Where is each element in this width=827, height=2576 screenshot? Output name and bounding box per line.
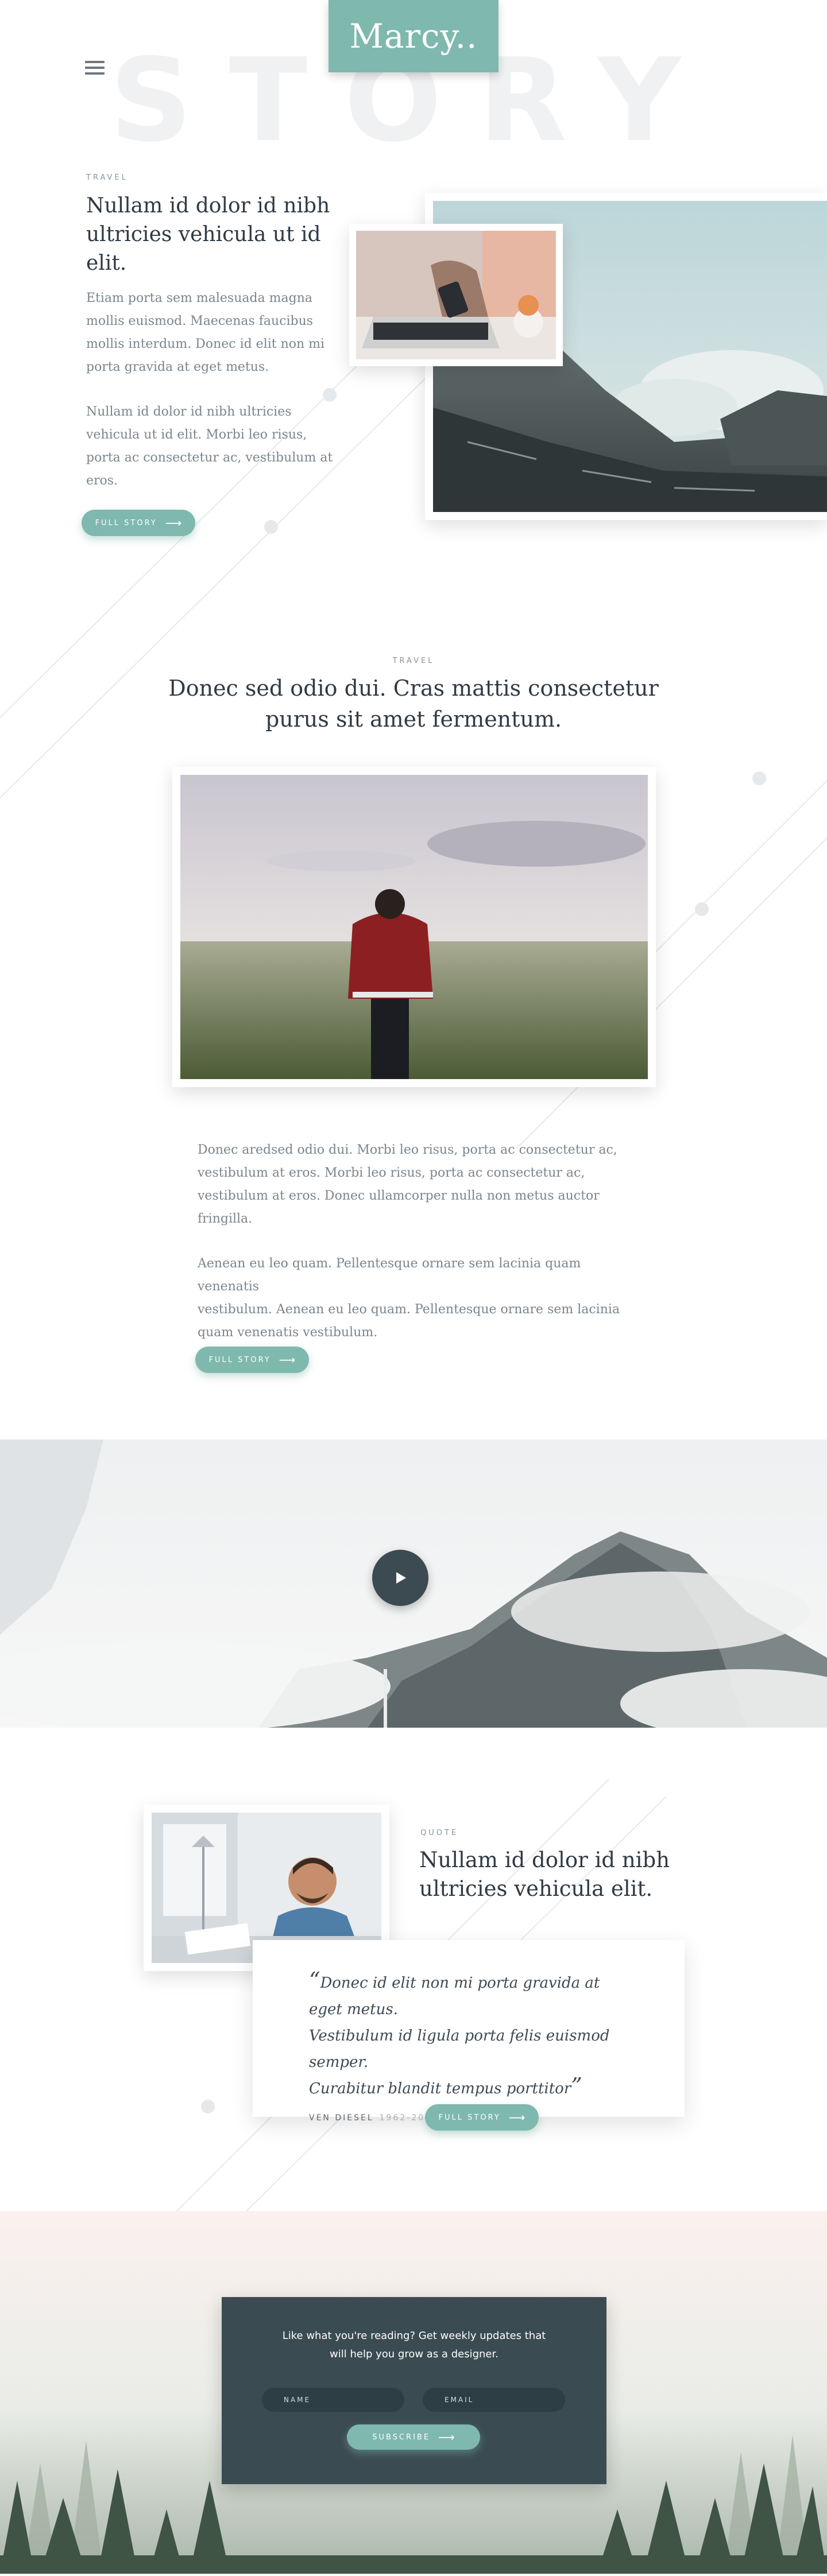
text-line: quam venenatis vestibulum.: [198, 1325, 378, 1340]
arrow-right-icon: ⟶: [438, 2430, 455, 2444]
quote-full-story-button[interactable]: FULL STORY ⟶: [425, 2104, 539, 2131]
story2-field-image: [172, 767, 656, 1087]
story1-title-line1: Nullam id dolor id nibh: [86, 194, 330, 218]
quote-author-name: VEN DIESEL: [309, 2113, 374, 2123]
text-line: Nullam id dolor id nibh ultricies: [86, 405, 292, 419]
story1-phone-image: [349, 224, 563, 366]
story2-category: TRAVEL: [392, 657, 435, 665]
logo[interactable]: Marcy..: [329, 0, 498, 72]
text-line: porta gravida at eget metus.: [86, 360, 269, 374]
story1-title: Nullam id dolor id nibh ultricies vehicu…: [86, 192, 350, 278]
arrow-right-icon: ⟶: [279, 1353, 296, 1367]
button-label: SUBSCRIBE: [372, 2433, 431, 2442]
text-line: vestibulum. Aenean eu leo quam. Pellente…: [198, 1302, 620, 1317]
button-label: FULL STORY: [208, 1355, 271, 1364]
story1-full-story-button[interactable]: FULL STORY ⟶: [82, 510, 195, 536]
hamburger-menu-icon[interactable]: [85, 61, 105, 75]
story2-full-story-button[interactable]: FULL STORY ⟶: [195, 1347, 309, 1373]
newsletter-box: Like what you're reading? Get weekly upd…: [222, 2297, 606, 2484]
quote-title-line2: ultricies vehicula elit.: [419, 1876, 653, 1901]
name-input[interactable]: [262, 2388, 404, 2412]
newsletter-line: will help you grow as a designer.: [330, 2348, 498, 2360]
newsletter-line: Like what you're reading? Get weekly upd…: [282, 2330, 546, 2342]
logo-text: Marcy..: [349, 17, 478, 56]
story2-title: Donec sed odio dui. Cras mattis consecte…: [0, 673, 827, 735]
arrow-right-icon: ⟶: [508, 2111, 525, 2124]
text-line: vestibulum at eros. Morbi leo risus, por…: [198, 1166, 585, 1180]
story1-title-line2: ultricies vehicula ut id elit.: [86, 223, 321, 275]
quote-title-line1: Nullam id dolor id nibh: [419, 1848, 670, 1872]
text-line: vestibulum at eros. Donec ullamcorper nu…: [198, 1189, 600, 1203]
text-line: Donec aredsed odio dui. Morbi leo risus,…: [198, 1143, 617, 1157]
email-input[interactable]: [423, 2388, 565, 2412]
newsletter-text: Like what you're reading? Get weekly upd…: [222, 2327, 606, 2364]
text-line: Aenean eu leo quam. Pellentesque ornare …: [198, 1256, 581, 1294]
text-line: Etiam porta sem malesuada magna: [86, 291, 313, 305]
story1-category: TRAVEL: [86, 173, 128, 182]
quote-category: QUOTE: [420, 1829, 459, 1837]
arrow-right-icon: ⟶: [165, 516, 182, 530]
man-in-field-photo: [180, 775, 648, 1079]
text-line: eros.: [86, 474, 118, 488]
text-line: porta ac consectetur ac, vestibulum at: [86, 451, 333, 465]
quote-text: “Donec id elit non mi porta gravida at e…: [309, 1968, 629, 2102]
story2-title-line2: purus sit amet fermentum.: [265, 707, 562, 732]
quote-line: Curabitur blandit tempus porttitor: [309, 2080, 571, 2097]
button-label: FULL STORY: [95, 518, 157, 527]
text-line: mollis interdum. Donec id elit non mi: [86, 337, 325, 351]
quote-close-mark: ”: [571, 2073, 582, 2098]
quote-title: Nullam id dolor id nibh ultricies vehicu…: [419, 1846, 683, 1903]
subscribe-button[interactable]: SUBSCRIBE ⟶: [347, 2424, 480, 2450]
text-line: fringilla.: [198, 1212, 253, 1226]
phone-laptop-photo: [356, 231, 556, 359]
quote-line: Donec id elit non mi porta gravida at eg…: [309, 1974, 600, 2018]
play-icon: [396, 1572, 406, 1584]
text-line: vehicula ut id elit. Morbi leo risus,: [86, 428, 307, 442]
quote-line: Vestibulum id ligula porta felis euismod…: [309, 2027, 610, 2071]
story1-paragraph1: Etiam porta sem malesuada magna mollis e…: [86, 287, 339, 379]
quote-card: “Donec id elit non mi porta gravida at e…: [253, 1940, 685, 2123]
play-video-button[interactable]: [372, 1550, 428, 1606]
story2-title-line1: Donec sed odio dui. Cras mattis consecte…: [168, 676, 659, 701]
story1-paragraph2: Nullam id dolor id nibh ultricies vehicu…: [86, 401, 339, 492]
quote-open-mark: “: [309, 1968, 320, 1993]
story2-paragraph2: Aenean eu leo quam. Pellentesque ornare …: [198, 1252, 646, 1344]
story2-paragraph1: Donec aredsed odio dui. Morbi leo risus,…: [198, 1139, 646, 1231]
button-label: FULL STORY: [438, 2113, 501, 2122]
text-line: mollis euismod. Maecenas faucibus: [86, 314, 314, 328]
